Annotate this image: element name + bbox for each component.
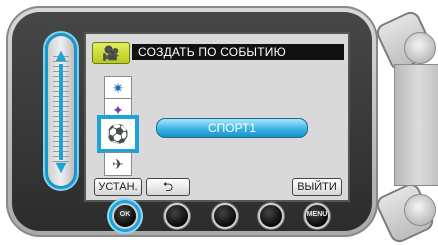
hardware-button-3[interactable] — [212, 203, 238, 229]
hardware-button-2[interactable] — [164, 203, 190, 229]
menu-title: СОЗДАТЬ ПО СОБЫТИЮ — [138, 45, 286, 59]
exit-button[interactable]: ВЫЙТИ — [292, 178, 342, 196]
arrow-up-icon: ▲ — [52, 45, 70, 65]
return-arrow-icon: ⮌ — [162, 179, 174, 194]
video-camera-icon: 🎥 — [92, 42, 130, 64]
travel-icon[interactable]: ✈ — [104, 152, 132, 176]
slider-shaft — [59, 64, 63, 160]
arrow-down-icon: ▼ — [52, 157, 70, 177]
hinge-knob-top — [404, 32, 436, 64]
selected-event-pill[interactable]: СПОРТ1 — [156, 118, 308, 138]
hinge-plate — [394, 64, 438, 186]
lcd-screen: 🎥 СОЗДАТЬ ПО СОБЫТИЮ ✷ ✦ ⚽ ✈ СПОРТ1 УСТА… — [84, 32, 350, 202]
screen-hinge — [373, 8, 438, 245]
menu-header: 🎥 СОЗДАТЬ ПО СОБЫТИЮ — [90, 42, 344, 64]
sports-icon[interactable]: ⚽ — [100, 118, 136, 150]
hardware-button-4[interactable] — [258, 203, 284, 229]
ok-button[interactable]: OK — [112, 203, 138, 229]
menu-button[interactable]: MENU — [304, 203, 330, 229]
back-button[interactable]: ⮌ — [146, 178, 190, 196]
touch-slider[interactable]: ▲ ▼ — [48, 36, 74, 186]
ok-label: OK — [119, 211, 131, 218]
set-button[interactable]: УСТАН. — [94, 178, 142, 196]
fireworks-icon[interactable]: ✷ — [104, 76, 132, 100]
hinge-knob-bottom — [404, 194, 436, 226]
menu-label: MENU — [306, 211, 328, 218]
